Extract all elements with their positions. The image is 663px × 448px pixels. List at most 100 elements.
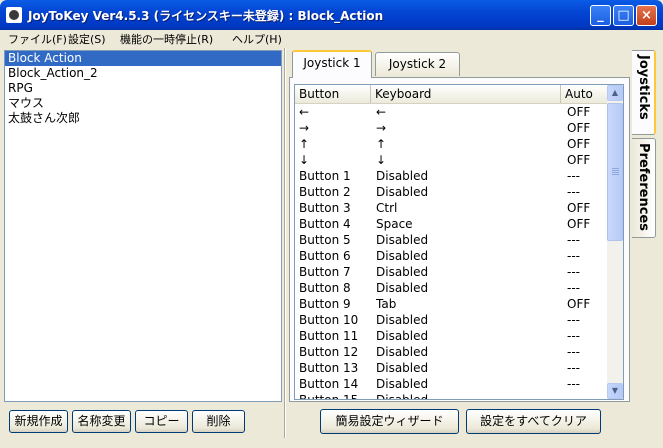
cell-auto: OFF <box>567 105 591 119</box>
cell-auto: --- <box>567 185 580 199</box>
delete-profile-button[interactable]: 削除 <box>192 410 245 433</box>
cell-keyboard: Disabled <box>376 393 429 400</box>
table-row[interactable]: Button 14 Disabled --- <box>295 376 607 392</box>
menu-file[interactable]: ファイル(F) <box>8 31 67 47</box>
profile-item[interactable]: RPG <box>5 81 281 96</box>
copy-profile-button[interactable]: コピー <box>135 410 188 433</box>
cell-auto: --- <box>567 329 580 343</box>
app-icon <box>6 7 22 23</box>
table-row[interactable]: ↑ ↑ OFF <box>295 136 607 152</box>
table-row[interactable]: Button 11 Disabled --- <box>295 328 607 344</box>
table-row[interactable]: Button 13 Disabled --- <box>295 360 607 376</box>
cell-keyboard: Disabled <box>376 377 429 391</box>
window-title: JoyToKey Ver4.5.3 (ライセンスキー未登録) : Block_A… <box>28 9 384 23</box>
vertical-scrollbar[interactable]: ▲ ▼ <box>607 85 623 399</box>
cell-button: → <box>299 121 310 135</box>
cell-auto: --- <box>567 249 580 263</box>
side-tab-preferences[interactable]: Preferences <box>632 138 656 238</box>
table-row[interactable]: Button 3 Ctrl OFF <box>295 200 607 216</box>
title-bar[interactable]: JoyToKey Ver4.5.3 (ライセンスキー未登録) : Block_A… <box>0 0 663 30</box>
new-profile-button[interactable]: 新規作成 <box>9 410 68 433</box>
profile-item[interactable]: マウス <box>5 96 281 111</box>
chevron-up-icon: ▲ <box>611 88 619 97</box>
table-row[interactable]: Button 8 Disabled --- <box>295 280 607 296</box>
cell-button: Button 4 <box>299 217 351 231</box>
table-row[interactable]: Button 7 Disabled --- <box>295 264 607 280</box>
minimize-button[interactable]: _ <box>590 5 611 26</box>
scroll-down-button[interactable]: ▼ <box>607 383 623 399</box>
setup-wizard-button[interactable]: 簡易設定ウィザード <box>320 409 459 434</box>
close-icon: × <box>641 8 652 23</box>
cell-keyboard: Disabled <box>376 281 429 295</box>
cell-keyboard: Disabled <box>376 265 429 279</box>
profile-list[interactable]: Block Action Block_Action_2 RPG マウス 太鼓さん… <box>4 50 282 402</box>
cell-button: ↑ <box>299 137 310 151</box>
cell-button: Button 10 <box>299 313 359 327</box>
menu-bar: ファイル(F) 設定(S) 機能の一時停止(R) ヘルプ(H) <box>0 30 663 47</box>
cell-keyboard: Space <box>376 217 413 231</box>
table-row[interactable]: Button 15 Disabled --- <box>295 392 607 400</box>
menu-pause[interactable]: 機能の一時停止(R) <box>120 31 213 47</box>
cell-keyboard: Disabled <box>376 361 429 375</box>
table-row[interactable]: Button 1 Disabled --- <box>295 168 607 184</box>
scroll-up-button[interactable]: ▲ <box>607 85 623 101</box>
table-row[interactable]: ← ← OFF <box>295 104 607 120</box>
cell-auto: --- <box>567 393 580 400</box>
cell-button: ← <box>299 105 310 119</box>
cell-keyboard: Disabled <box>376 185 429 199</box>
cell-keyboard: Disabled <box>376 313 429 327</box>
cell-keyboard: ↓ <box>376 153 387 167</box>
column-header-button[interactable]: Button <box>295 85 371 103</box>
cell-keyboard: Disabled <box>376 169 429 183</box>
cell-button: Button 15 <box>299 393 359 400</box>
cell-keyboard: Tab <box>376 297 397 311</box>
menu-help[interactable]: ヘルプ(H) <box>232 31 282 47</box>
table-row[interactable]: Button 10 Disabled --- <box>295 312 607 328</box>
cell-button: ↓ <box>299 153 310 167</box>
table-row[interactable]: ↓ ↓ OFF <box>295 152 607 168</box>
cell-button: Button 13 <box>299 361 359 375</box>
side-tab-joysticks[interactable]: Joysticks <box>632 50 656 135</box>
cell-button: Button 9 <box>299 297 351 311</box>
cell-button: Button 6 <box>299 249 351 263</box>
grip-icon <box>612 168 619 169</box>
cell-auto: OFF <box>567 121 591 135</box>
cell-auto: OFF <box>567 137 591 151</box>
tab-joystick-2[interactable]: Joystick 2 <box>375 52 460 76</box>
scrollbar-thumb[interactable] <box>607 103 623 241</box>
table-row[interactable]: Button 4 Space OFF <box>295 216 607 232</box>
cell-auto: --- <box>567 265 580 279</box>
chevron-down-icon: ▼ <box>611 386 619 395</box>
cell-keyboard: Disabled <box>376 329 429 343</box>
rename-profile-button[interactable]: 名称変更 <box>72 410 131 433</box>
table-row[interactable]: Button 6 Disabled --- <box>295 248 607 264</box>
table-row[interactable]: Button 12 Disabled --- <box>295 344 607 360</box>
button-mapping-grid[interactable]: Button Keyboard Auto ← ← OFF → → OFF ↑ ↑ OFF ↓ ↓ OF… <box>294 84 624 400</box>
cell-button: Button 11 <box>299 329 359 343</box>
cell-auto: --- <box>567 345 580 359</box>
table-row[interactable]: Button 2 Disabled --- <box>295 184 607 200</box>
profile-item-selected[interactable]: Block Action <box>5 51 281 66</box>
cell-keyboard: Disabled <box>376 249 429 263</box>
maximize-icon: □ <box>617 8 630 23</box>
cell-keyboard: ↑ <box>376 137 387 151</box>
table-row[interactable]: Button 5 Disabled --- <box>295 232 607 248</box>
table-row[interactable]: Button 9 Tab OFF <box>295 296 607 312</box>
profile-item[interactable]: Block_Action_2 <box>5 66 281 81</box>
cell-auto: --- <box>567 361 580 375</box>
close-button[interactable]: × <box>636 5 657 26</box>
clear-all-settings-button[interactable]: 設定をすべてクリア <box>466 409 601 434</box>
profile-item[interactable]: 太鼓さん次郎 <box>5 111 281 126</box>
table-row[interactable]: → → OFF <box>295 120 607 136</box>
column-header-keyboard[interactable]: Keyboard <box>371 85 561 103</box>
menu-settings[interactable]: 設定(S) <box>68 31 106 47</box>
cell-button: Button 2 <box>299 185 351 199</box>
cell-auto: --- <box>567 313 580 327</box>
column-header-auto[interactable]: Auto <box>561 85 607 103</box>
cell-button: Button 7 <box>299 265 351 279</box>
tab-joystick-1[interactable]: Joystick 1 <box>292 50 372 78</box>
maximize-button[interactable]: □ <box>613 5 634 26</box>
cell-button: Button 8 <box>299 281 351 295</box>
cell-button: Button 14 <box>299 377 359 391</box>
splitter[interactable] <box>284 48 286 438</box>
